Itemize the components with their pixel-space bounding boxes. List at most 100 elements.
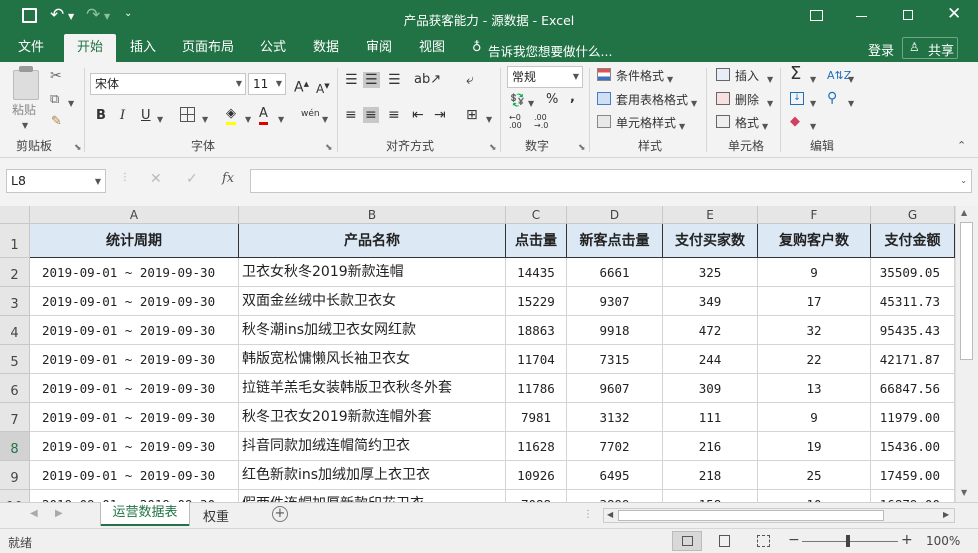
row-header[interactable]: 10 bbox=[0, 490, 30, 502]
delete-cells-button[interactable]: 删除 bbox=[735, 92, 759, 108]
table-cell-f[interactable]: 9 bbox=[758, 258, 871, 287]
align-top-icon[interactable]: ☰ bbox=[345, 72, 358, 88]
table-cell-f[interactable]: 17 bbox=[758, 287, 871, 316]
table-cell-a[interactable]: 2019-09-01 ~ 2019-09-30 bbox=[30, 258, 239, 287]
orientation-icon[interactable]: ab↗ bbox=[414, 72, 441, 88]
table-cell-f[interactable]: 19 bbox=[758, 432, 871, 461]
zoom-slider[interactable] bbox=[802, 541, 898, 542]
table-cell-a[interactable]: 2019-09-01 ~ 2019-09-30 bbox=[30, 374, 239, 403]
tab-page-layout[interactable]: 页面布局 bbox=[174, 34, 242, 62]
alignment-launcher-icon[interactable]: ⬊ bbox=[489, 140, 497, 156]
row-header[interactable]: 6 bbox=[0, 374, 30, 403]
page-break-view-icon[interactable] bbox=[757, 535, 770, 547]
italic-button[interactable]: I bbox=[120, 108, 125, 124]
table-cell-a[interactable]: 2019-09-01 ~ 2019-09-30 bbox=[30, 287, 239, 316]
table-cell-b[interactable]: 红色新款ins加绒加厚上衣卫衣 bbox=[239, 461, 506, 490]
table-cell-c[interactable]: 10926 bbox=[506, 461, 567, 490]
table-cell-g[interactable]: 45311.73 bbox=[871, 287, 955, 316]
column-header-g[interactable]: G bbox=[871, 206, 955, 224]
tab-home[interactable]: 开始 bbox=[64, 34, 117, 62]
table-cell-a[interactable]: 2019-09-01 ~ 2019-09-30 bbox=[30, 490, 239, 502]
select-all-corner[interactable] bbox=[0, 206, 30, 224]
table-cell-b[interactable]: 双面金丝绒中长款卫衣女 bbox=[239, 287, 506, 316]
table-cell-b[interactable]: 韩版宽松慵懒风长袖卫衣女 bbox=[239, 345, 506, 374]
table-header-cell[interactable]: 统计周期 bbox=[30, 224, 239, 258]
table-cell-g[interactable]: 66847.56 bbox=[871, 374, 955, 403]
name-box[interactable]: L8 ▼ bbox=[6, 169, 106, 193]
collapse-ribbon-icon[interactable]: ⌃ bbox=[957, 138, 966, 154]
phonetic-button[interactable]: wén bbox=[301, 106, 320, 122]
table-header-cell[interactable]: 新客点击量 bbox=[567, 224, 663, 258]
table-header-cell[interactable]: 复购客户数 bbox=[758, 224, 871, 258]
format-as-table-button[interactable]: 套用表格格式 bbox=[616, 92, 688, 108]
clear-icon[interactable]: ◆ bbox=[790, 114, 800, 130]
table-cell-g[interactable]: 95435.43 bbox=[871, 316, 955, 345]
table-cell-e[interactable]: 158 bbox=[663, 490, 758, 502]
increase-decimal-icon[interactable]: ←0.00 bbox=[509, 114, 522, 130]
find-dropdown-icon[interactable]: ▼ bbox=[848, 96, 854, 112]
normal-view-icon[interactable] bbox=[672, 531, 702, 551]
table-header-cell[interactable]: 产品名称 bbox=[239, 224, 506, 258]
table-cell-c[interactable]: 7088 bbox=[506, 490, 567, 502]
table-cell-d[interactable]: 9307 bbox=[567, 287, 663, 316]
vertical-scrollbar[interactable]: ▲ ▼ bbox=[955, 206, 978, 502]
fill-icon[interactable]: ↓ bbox=[790, 92, 804, 105]
delete-dropdown-icon[interactable]: ▼ bbox=[767, 96, 773, 112]
sheet-bar-divider-icon[interactable]: ⋮ bbox=[583, 509, 593, 520]
align-center-icon[interactable]: ≡ bbox=[363, 107, 379, 123]
table-cell-g[interactable]: 17459.00 bbox=[871, 461, 955, 490]
autosum-icon[interactable]: Σ bbox=[790, 65, 801, 83]
zoom-in-icon[interactable]: + bbox=[901, 532, 913, 548]
fill-color-icon[interactable]: ◈ bbox=[226, 106, 236, 125]
table-cell-d[interactable]: 6495 bbox=[567, 461, 663, 490]
prev-sheet-icon[interactable]: ◀ bbox=[30, 508, 38, 519]
tab-data[interactable]: 数据 bbox=[305, 34, 347, 62]
column-header-f[interactable]: F bbox=[758, 206, 871, 224]
table-cell-c[interactable]: 15229 bbox=[506, 287, 567, 316]
format-dropdown-icon[interactable]: ▼ bbox=[762, 119, 768, 135]
enter-icon[interactable]: ✓ bbox=[186, 171, 198, 187]
column-header-d[interactable]: D bbox=[567, 206, 663, 224]
table-cell-d[interactable]: 3132 bbox=[567, 403, 663, 432]
autosum-dropdown-icon[interactable]: ▼ bbox=[810, 72, 816, 88]
maximize-icon[interactable] bbox=[903, 10, 913, 20]
scroll-up-icon[interactable]: ▲ bbox=[961, 208, 967, 217]
increase-font-icon[interactable]: A▲ bbox=[294, 76, 309, 96]
table-header-cell[interactable]: 支付买家数 bbox=[663, 224, 758, 258]
table-cell-c[interactable]: 14435 bbox=[506, 258, 567, 287]
formula-input[interactable]: ⌄ bbox=[250, 169, 972, 193]
table-cell-c[interactable]: 7981 bbox=[506, 403, 567, 432]
table-cell-b[interactable]: 秋冬卫衣女2019新款连帽外套 bbox=[239, 403, 506, 432]
decrease-font-icon[interactable]: A▼ bbox=[316, 78, 330, 97]
table-cell-c[interactable]: 11786 bbox=[506, 374, 567, 403]
fill-dropdown-icon[interactable]: ▼ bbox=[810, 96, 816, 112]
table-cell-b[interactable]: 卫衣女秋冬2019新款连帽 bbox=[239, 258, 506, 287]
table-cell-e[interactable]: 349 bbox=[663, 287, 758, 316]
format-painter-icon[interactable]: ✎ bbox=[51, 114, 62, 130]
font-color-icon[interactable]: A bbox=[259, 106, 268, 125]
table-cell-g[interactable]: 11979.00 bbox=[871, 403, 955, 432]
sheet-tab-operations[interactable]: 运营数据表 bbox=[101, 502, 189, 526]
merge-center-icon[interactable]: ⊞ bbox=[466, 107, 478, 123]
clipboard-launcher-icon[interactable]: ⬊ bbox=[74, 140, 82, 156]
comma-style-icon[interactable]: , bbox=[570, 90, 575, 106]
row-header[interactable]: 8 bbox=[0, 432, 30, 461]
table-cell-e[interactable]: 325 bbox=[663, 258, 758, 287]
sort-dropdown-icon[interactable]: ▼ bbox=[848, 72, 854, 88]
insert-dropdown-icon[interactable]: ▼ bbox=[767, 72, 773, 88]
paste-icon[interactable] bbox=[13, 70, 39, 100]
font-launcher-icon[interactable]: ⬊ bbox=[325, 140, 333, 156]
table-cell-e[interactable]: 244 bbox=[663, 345, 758, 374]
scroll-thumb[interactable] bbox=[960, 222, 973, 360]
conditional-format-button[interactable]: 条件格式 bbox=[616, 68, 664, 84]
page-layout-view-icon[interactable] bbox=[719, 535, 730, 547]
cell-styles-button[interactable]: 单元格样式 bbox=[616, 115, 676, 131]
table-cell-e[interactable]: 309 bbox=[663, 374, 758, 403]
table-cell-e[interactable]: 111 bbox=[663, 403, 758, 432]
table-header-cell[interactable]: 支付金额 bbox=[871, 224, 955, 258]
sheet-tab-weights[interactable]: 权重 bbox=[193, 506, 239, 525]
table-cell-a[interactable]: 2019-09-01 ~ 2019-09-30 bbox=[30, 461, 239, 490]
table-cell-d[interactable]: 6661 bbox=[567, 258, 663, 287]
decrease-decimal-icon[interactable]: .00 →.0 bbox=[534, 114, 548, 130]
table-cell-b[interactable]: 秋冬潮ins加绒卫衣女网红款 bbox=[239, 316, 506, 345]
